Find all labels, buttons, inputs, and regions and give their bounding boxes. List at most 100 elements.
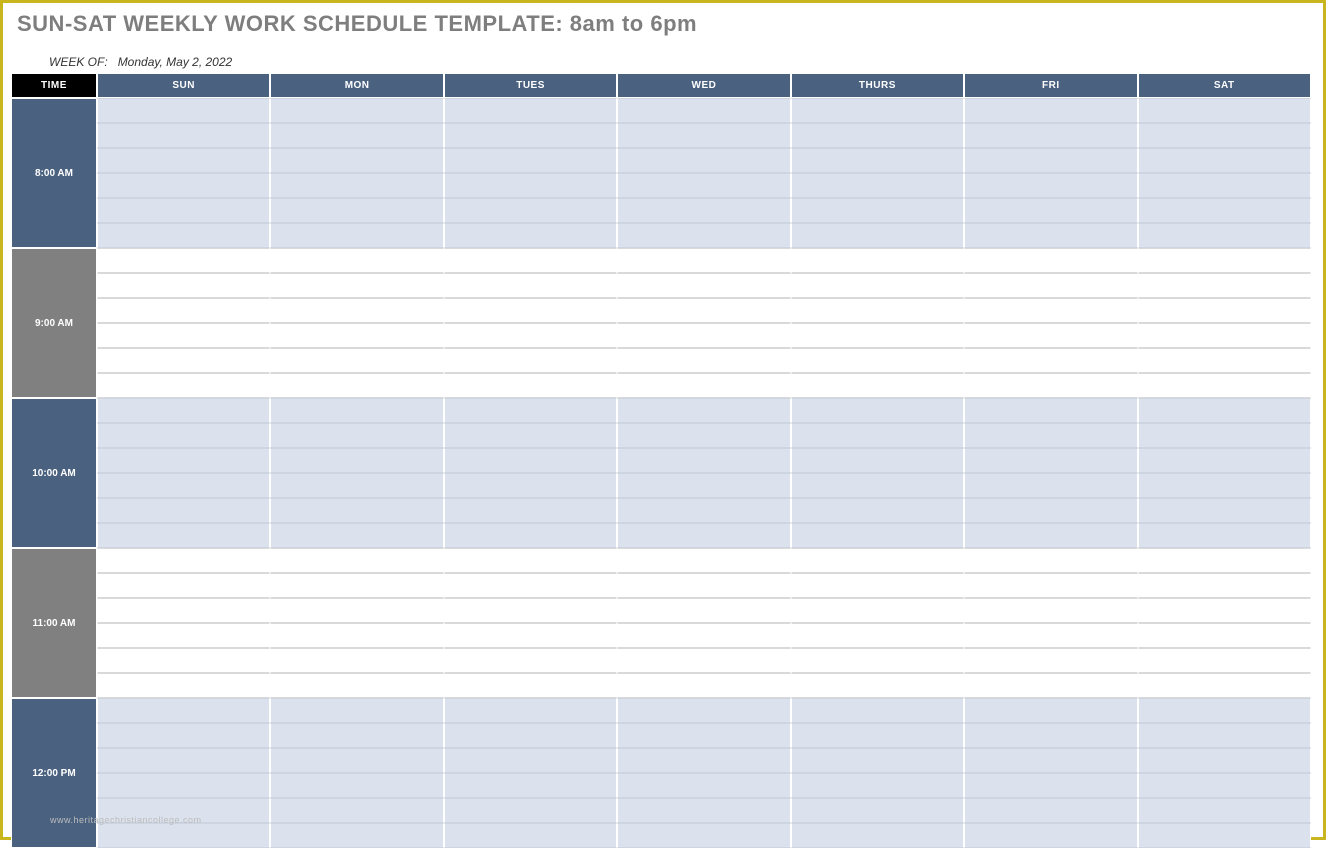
schedule-cell[interactable] <box>97 248 270 273</box>
schedule-cell[interactable] <box>97 648 270 673</box>
schedule-cell[interactable] <box>791 98 964 123</box>
schedule-cell[interactable] <box>97 548 270 573</box>
schedule-cell[interactable] <box>617 298 790 323</box>
schedule-cell[interactable] <box>97 323 270 348</box>
schedule-cell[interactable] <box>97 148 270 173</box>
schedule-cell[interactable] <box>1138 223 1311 248</box>
schedule-cell[interactable] <box>617 548 790 573</box>
schedule-cell[interactable] <box>270 123 443 148</box>
schedule-cell[interactable] <box>444 673 617 698</box>
schedule-cell[interactable] <box>270 398 443 423</box>
schedule-cell[interactable] <box>444 748 617 773</box>
schedule-cell[interactable] <box>791 398 964 423</box>
schedule-cell[interactable] <box>1138 348 1311 373</box>
schedule-cell[interactable] <box>444 523 617 548</box>
schedule-cell[interactable] <box>270 673 443 698</box>
schedule-cell[interactable] <box>617 248 790 273</box>
schedule-cell[interactable] <box>617 373 790 398</box>
schedule-cell[interactable] <box>97 473 270 498</box>
schedule-cell[interactable] <box>270 748 443 773</box>
schedule-cell[interactable] <box>964 798 1137 823</box>
schedule-cell[interactable] <box>97 698 270 723</box>
schedule-cell[interactable] <box>791 173 964 198</box>
schedule-cell[interactable] <box>444 373 617 398</box>
schedule-cell[interactable] <box>617 573 790 598</box>
schedule-cell[interactable] <box>1138 498 1311 523</box>
schedule-cell[interactable] <box>964 173 1137 198</box>
schedule-cell[interactable] <box>1138 773 1311 798</box>
schedule-cell[interactable] <box>791 823 964 848</box>
schedule-cell[interactable] <box>791 323 964 348</box>
schedule-cell[interactable] <box>270 348 443 373</box>
schedule-cell[interactable] <box>97 373 270 398</box>
schedule-cell[interactable] <box>444 223 617 248</box>
schedule-cell[interactable] <box>617 473 790 498</box>
schedule-cell[interactable] <box>791 548 964 573</box>
schedule-cell[interactable] <box>964 573 1137 598</box>
schedule-cell[interactable] <box>617 323 790 348</box>
schedule-cell[interactable] <box>791 723 964 748</box>
schedule-cell[interactable] <box>444 173 617 198</box>
schedule-cell[interactable] <box>617 148 790 173</box>
schedule-cell[interactable] <box>617 448 790 473</box>
schedule-cell[interactable] <box>444 598 617 623</box>
schedule-cell[interactable] <box>1138 173 1311 198</box>
schedule-cell[interactable] <box>270 323 443 348</box>
schedule-cell[interactable] <box>617 198 790 223</box>
schedule-cell[interactable] <box>270 773 443 798</box>
schedule-cell[interactable] <box>791 773 964 798</box>
schedule-cell[interactable] <box>444 323 617 348</box>
schedule-cell[interactable] <box>1138 323 1311 348</box>
schedule-cell[interactable] <box>444 198 617 223</box>
schedule-cell[interactable] <box>791 448 964 473</box>
schedule-cell[interactable] <box>444 298 617 323</box>
schedule-cell[interactable] <box>617 748 790 773</box>
schedule-cell[interactable] <box>791 223 964 248</box>
schedule-cell[interactable] <box>617 123 790 148</box>
schedule-cell[interactable] <box>1138 123 1311 148</box>
schedule-cell[interactable] <box>444 423 617 448</box>
schedule-cell[interactable] <box>97 498 270 523</box>
schedule-cell[interactable] <box>97 298 270 323</box>
schedule-cell[interactable] <box>97 348 270 373</box>
schedule-cell[interactable] <box>1138 673 1311 698</box>
schedule-cell[interactable] <box>964 748 1137 773</box>
schedule-cell[interactable] <box>964 648 1137 673</box>
schedule-cell[interactable] <box>791 298 964 323</box>
schedule-cell[interactable] <box>791 523 964 548</box>
schedule-cell[interactable] <box>1138 298 1311 323</box>
schedule-cell[interactable] <box>270 423 443 448</box>
schedule-cell[interactable] <box>97 98 270 123</box>
schedule-cell[interactable] <box>270 723 443 748</box>
schedule-cell[interactable] <box>97 773 270 798</box>
schedule-cell[interactable] <box>964 823 1137 848</box>
schedule-cell[interactable] <box>964 523 1137 548</box>
schedule-cell[interactable] <box>1138 598 1311 623</box>
schedule-cell[interactable] <box>791 698 964 723</box>
schedule-cell[interactable] <box>270 573 443 598</box>
schedule-cell[interactable] <box>791 598 964 623</box>
schedule-cell[interactable] <box>617 798 790 823</box>
schedule-cell[interactable] <box>791 573 964 598</box>
schedule-cell[interactable] <box>1138 548 1311 573</box>
schedule-cell[interactable] <box>964 298 1137 323</box>
schedule-cell[interactable] <box>964 473 1137 498</box>
schedule-cell[interactable] <box>617 98 790 123</box>
schedule-cell[interactable] <box>791 748 964 773</box>
schedule-cell[interactable] <box>1138 248 1311 273</box>
schedule-cell[interactable] <box>617 723 790 748</box>
schedule-cell[interactable] <box>444 823 617 848</box>
schedule-cell[interactable] <box>1138 823 1311 848</box>
schedule-cell[interactable] <box>617 623 790 648</box>
schedule-cell[interactable] <box>964 123 1137 148</box>
schedule-cell[interactable] <box>791 198 964 223</box>
schedule-cell[interactable] <box>1138 373 1311 398</box>
schedule-cell[interactable] <box>964 398 1137 423</box>
schedule-cell[interactable] <box>791 273 964 298</box>
schedule-cell[interactable] <box>1138 273 1311 298</box>
schedule-cell[interactable] <box>444 273 617 298</box>
schedule-cell[interactable] <box>97 423 270 448</box>
schedule-cell[interactable] <box>444 498 617 523</box>
schedule-cell[interactable] <box>791 798 964 823</box>
schedule-cell[interactable] <box>791 373 964 398</box>
